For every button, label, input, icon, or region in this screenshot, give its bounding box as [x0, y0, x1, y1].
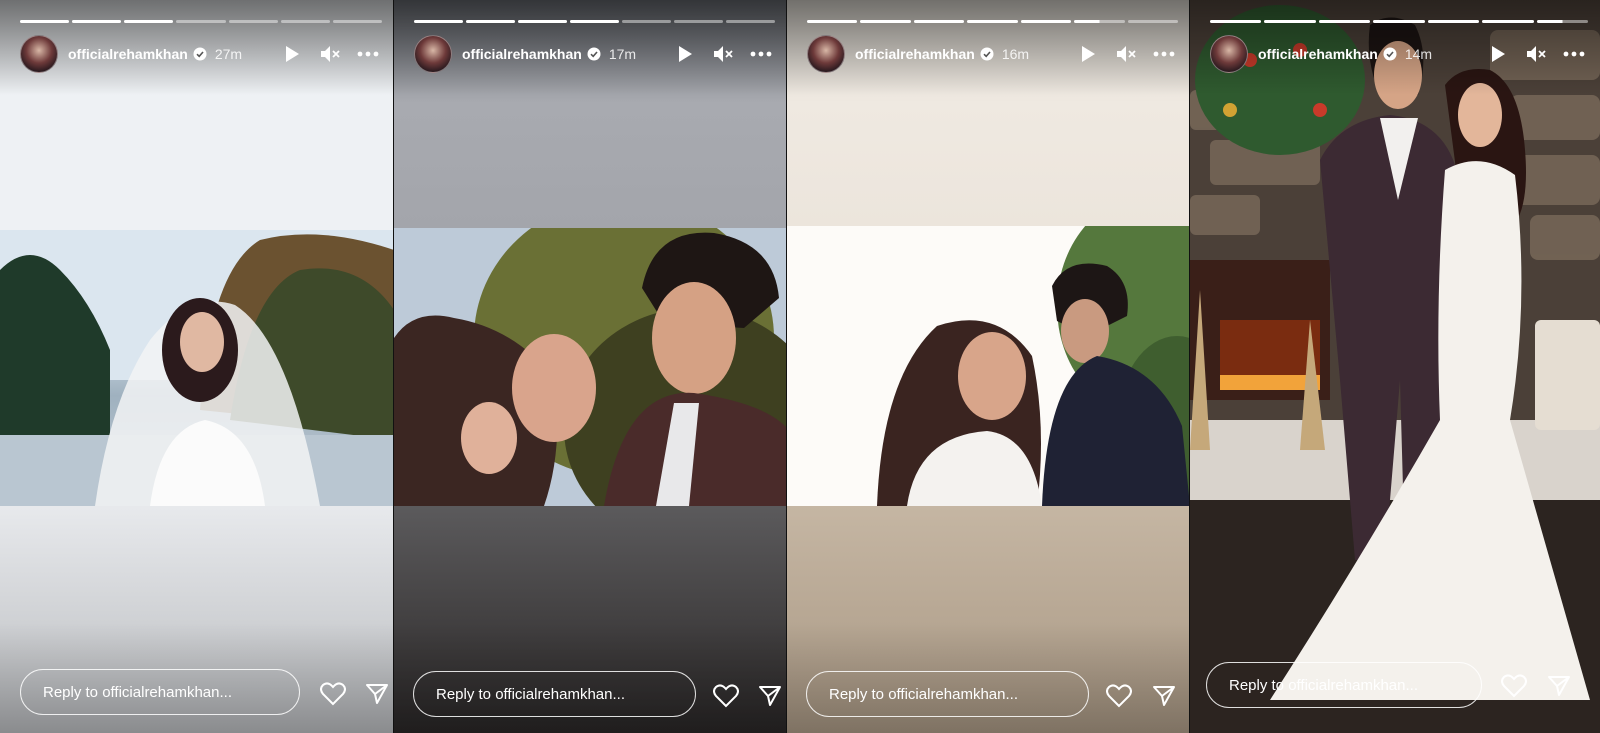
send-icon[interactable]	[1149, 681, 1179, 711]
heart-icon[interactable]	[318, 679, 348, 709]
progress-segment	[860, 20, 911, 23]
verified-icon	[980, 47, 994, 61]
play-icon[interactable]	[1486, 42, 1510, 66]
post-time: 14m	[1404, 46, 1433, 62]
progress-segment	[1482, 20, 1534, 23]
send-icon[interactable]	[362, 679, 392, 709]
bride-portrait-photo	[0, 230, 394, 506]
progress-segment	[280, 20, 330, 23]
story-panel-4[interactable]: officialrehamkhan 14m Reply to officialr…	[1190, 0, 1600, 733]
post-time: 16m	[1001, 46, 1030, 62]
couple-closeup-photo	[394, 228, 787, 506]
verified-icon	[193, 47, 207, 61]
progress-segment	[674, 20, 723, 23]
story-panel-3[interactable]: officialrehamkhan 16m Reply to officialr…	[787, 0, 1190, 733]
story-progress	[414, 20, 775, 23]
progress-segment	[1318, 20, 1371, 23]
progress-segment	[967, 20, 1018, 23]
play-icon[interactable]	[1076, 42, 1100, 66]
heart-icon[interactable]	[1499, 671, 1529, 701]
avatar[interactable]	[414, 35, 452, 73]
post-time: 27m	[214, 46, 243, 62]
story-panel-1[interactable]: officialrehamkhan 27m Reply to officialr…	[0, 0, 394, 733]
username[interactable]: officialrehamkhan	[462, 46, 582, 62]
story-photo	[0, 230, 394, 506]
story-header: officialrehamkhan 14m	[1210, 35, 1586, 73]
story-photo	[394, 228, 787, 506]
mute-icon[interactable]	[318, 42, 342, 66]
send-icon[interactable]	[1544, 671, 1574, 701]
progress-segment	[332, 20, 382, 23]
story-progress	[807, 20, 1178, 23]
progress-segment	[176, 20, 226, 23]
progress-segment	[20, 20, 70, 23]
progress-segment	[1536, 20, 1588, 23]
avatar[interactable]	[20, 35, 58, 73]
progress-segment	[1427, 20, 1480, 23]
couple-sunlight-photo	[787, 226, 1190, 506]
progress-segment	[570, 20, 619, 23]
progress-segment	[1020, 20, 1072, 23]
progress-segment	[1127, 20, 1178, 23]
send-icon[interactable]	[755, 681, 785, 711]
story-photo	[787, 226, 1190, 506]
reply-input[interactable]: Reply to officialrehamkhan...	[1206, 662, 1482, 708]
progress-segment	[913, 20, 965, 23]
heart-icon[interactable]	[711, 681, 741, 711]
more-icon[interactable]	[1152, 42, 1176, 66]
progress-segment	[622, 20, 671, 23]
progress-segment	[72, 20, 122, 23]
username[interactable]: officialrehamkhan	[68, 46, 188, 62]
progress-segment	[1264, 20, 1316, 23]
more-icon[interactable]	[1562, 42, 1586, 66]
reply-input[interactable]: Reply to officialrehamkhan...	[806, 671, 1089, 717]
story-header: officialrehamkhan 27m	[20, 35, 380, 73]
post-time: 17m	[608, 46, 637, 62]
avatar[interactable]	[807, 35, 845, 73]
progress-segment	[1210, 20, 1262, 23]
story-progress	[1210, 20, 1588, 23]
reply-input[interactable]: Reply to officialrehamkhan...	[20, 669, 300, 715]
verified-icon	[587, 47, 601, 61]
reply-input[interactable]: Reply to officialrehamkhan...	[413, 671, 696, 717]
progress-segment	[518, 20, 567, 23]
story-header: officialrehamkhan 16m	[807, 35, 1176, 73]
couple-fireplace-photo	[1190, 0, 1600, 733]
mute-icon[interactable]	[1524, 42, 1548, 66]
username[interactable]: officialrehamkhan	[855, 46, 975, 62]
more-icon[interactable]	[356, 42, 380, 66]
username[interactable]: officialrehamkhan	[1258, 46, 1378, 62]
story-photo	[1190, 0, 1600, 733]
progress-segment	[1074, 20, 1125, 23]
progress-segment	[228, 20, 278, 23]
mute-icon[interactable]	[1114, 42, 1138, 66]
avatar[interactable]	[1210, 35, 1248, 73]
more-icon[interactable]	[749, 42, 773, 66]
heart-icon[interactable]	[1104, 681, 1134, 711]
progress-segment	[807, 20, 858, 23]
play-icon[interactable]	[280, 42, 304, 66]
progress-segment	[414, 20, 463, 23]
play-icon[interactable]	[673, 42, 697, 66]
verified-icon	[1383, 47, 1397, 61]
mute-icon[interactable]	[711, 42, 735, 66]
progress-segment	[124, 20, 174, 23]
progress-segment	[726, 20, 775, 23]
story-progress	[20, 20, 382, 23]
story-panel-2[interactable]: officialrehamkhan 17m Reply to officialr…	[394, 0, 787, 733]
progress-segment	[466, 20, 515, 23]
story-header: officialrehamkhan 17m	[414, 35, 773, 73]
progress-segment	[1373, 20, 1425, 23]
